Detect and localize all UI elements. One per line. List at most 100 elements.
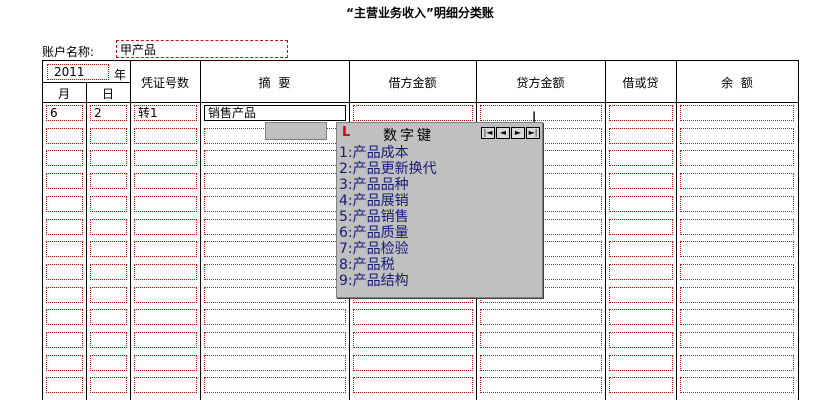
dc-cell[interactable] <box>609 105 673 121</box>
voucher-cell[interactable] <box>134 173 197 189</box>
balance-cell[interactable] <box>680 309 794 325</box>
dc-cell[interactable] <box>609 241 673 257</box>
dc-cell[interactable] <box>609 287 673 303</box>
voucher-cell[interactable] <box>134 241 197 257</box>
debit-cell[interactable] <box>353 332 473 348</box>
dc-cell[interactable] <box>609 128 673 144</box>
summary-cell[interactable] <box>204 309 346 325</box>
dc-cell[interactable] <box>609 377 673 393</box>
balance-cell[interactable] <box>680 377 794 393</box>
dc-cell[interactable] <box>609 196 673 212</box>
day-cell[interactable] <box>90 264 127 280</box>
first-page-icon[interactable]: |◄ <box>481 127 495 139</box>
summary-cell[interactable] <box>204 355 346 371</box>
day-cell[interactable] <box>90 150 127 166</box>
next-page-icon[interactable]: ► <box>511 127 525 139</box>
voucher-cell[interactable] <box>134 150 197 166</box>
summary-cell[interactable] <box>204 173 346 189</box>
day-cell[interactable]: 2 <box>90 105 127 121</box>
voucher-cell[interactable]: 转1 <box>134 105 197 121</box>
summary-cell[interactable]: 销售产品 <box>204 105 346 121</box>
popup-item[interactable]: 7:产品检验 <box>339 241 539 257</box>
summary-cell[interactable] <box>204 241 346 257</box>
dc-cell[interactable] <box>609 264 673 280</box>
voucher-cell[interactable] <box>134 309 197 325</box>
day-cell[interactable] <box>90 196 127 212</box>
summary-cell[interactable] <box>204 150 346 166</box>
credit-cell[interactable] <box>480 332 602 348</box>
credit-cell[interactable] <box>480 309 602 325</box>
debit-cell[interactable] <box>353 105 473 121</box>
balance-cell[interactable] <box>680 287 794 303</box>
day-cell[interactable] <box>90 355 127 371</box>
balance-cell[interactable] <box>680 150 794 166</box>
popup-item[interactable]: 1:产品成本 <box>339 145 539 161</box>
month-cell[interactable] <box>46 128 83 144</box>
month-cell[interactable] <box>46 196 83 212</box>
balance-cell[interactable] <box>680 219 794 235</box>
dc-cell[interactable] <box>609 150 673 166</box>
voucher-cell[interactable] <box>134 264 197 280</box>
account-name-field[interactable]: 甲产品 <box>116 40 288 58</box>
credit-cell[interactable] <box>480 105 602 121</box>
summary-cell[interactable] <box>204 219 346 235</box>
dc-cell[interactable] <box>609 355 673 371</box>
day-cell[interactable] <box>90 173 127 189</box>
summary-cell[interactable] <box>204 264 346 280</box>
day-cell[interactable] <box>90 377 127 393</box>
balance-cell[interactable] <box>680 355 794 371</box>
voucher-cell[interactable] <box>134 287 197 303</box>
month-cell[interactable] <box>46 264 83 280</box>
balance-cell[interactable] <box>680 128 794 144</box>
day-cell[interactable] <box>90 241 127 257</box>
day-cell[interactable] <box>90 309 127 325</box>
balance-cell[interactable] <box>680 173 794 189</box>
voucher-cell[interactable] <box>134 128 197 144</box>
month-cell[interactable] <box>46 241 83 257</box>
month-cell[interactable] <box>46 332 83 348</box>
popup-item[interactable]: 4:产品展销 <box>339 193 539 209</box>
popup-item[interactable]: 5:产品销售 <box>339 209 539 225</box>
balance-cell[interactable] <box>680 196 794 212</box>
balance-cell[interactable] <box>680 332 794 348</box>
dc-cell[interactable] <box>609 173 673 189</box>
voucher-cell[interactable] <box>134 377 197 393</box>
year-field[interactable]: 2011 <box>47 64 109 80</box>
day-cell[interactable] <box>90 287 127 303</box>
month-cell[interactable] <box>46 150 83 166</box>
month-cell[interactable] <box>46 377 83 393</box>
balance-cell[interactable] <box>680 241 794 257</box>
voucher-cell[interactable] <box>134 355 197 371</box>
last-page-icon[interactable]: ►| <box>526 127 540 139</box>
voucher-cell[interactable] <box>134 196 197 212</box>
month-cell[interactable] <box>46 355 83 371</box>
balance-cell[interactable] <box>680 264 794 280</box>
popup-item[interactable]: 3:产品品种 <box>339 177 539 193</box>
prev-page-icon[interactable]: ◄ <box>496 127 510 139</box>
dc-cell[interactable] <box>609 309 673 325</box>
month-cell[interactable] <box>46 287 83 303</box>
day-cell[interactable] <box>90 128 127 144</box>
balance-cell[interactable] <box>680 105 794 121</box>
month-cell[interactable]: 6 <box>46 105 83 121</box>
credit-cell[interactable] <box>480 377 602 393</box>
debit-cell[interactable] <box>353 309 473 325</box>
debit-cell[interactable] <box>353 377 473 393</box>
credit-cell[interactable] <box>480 355 602 371</box>
popup-item[interactable]: 2:产品更新换代 <box>339 161 539 177</box>
popup-item[interactable]: 6:产品质量 <box>339 225 539 241</box>
voucher-cell[interactable] <box>134 332 197 348</box>
voucher-cell[interactable] <box>134 219 197 235</box>
month-cell[interactable] <box>46 309 83 325</box>
dc-cell[interactable] <box>609 332 673 348</box>
day-cell[interactable] <box>90 332 127 348</box>
debit-cell[interactable] <box>353 355 473 371</box>
month-cell[interactable] <box>46 219 83 235</box>
month-cell[interactable] <box>46 173 83 189</box>
summary-cell[interactable] <box>204 377 346 393</box>
summary-cell[interactable] <box>204 332 346 348</box>
popup-item[interactable]: 8:产品税 <box>339 257 539 273</box>
summary-cell[interactable] <box>204 287 346 303</box>
day-cell[interactable] <box>90 219 127 235</box>
popup-item[interactable]: 9:产品结构 <box>339 273 539 289</box>
